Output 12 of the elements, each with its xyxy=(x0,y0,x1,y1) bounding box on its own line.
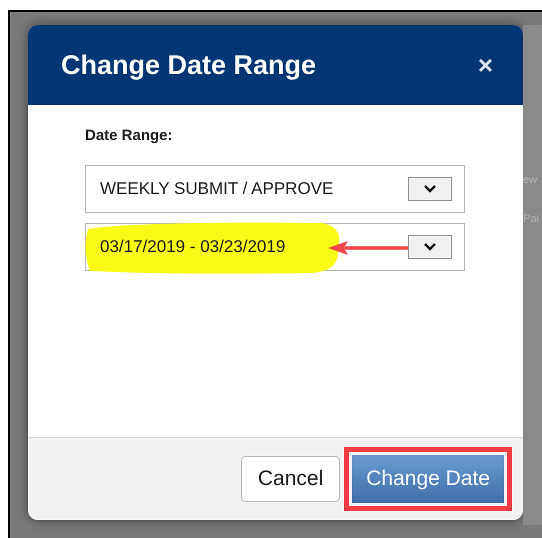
close-button[interactable]: × xyxy=(478,52,493,78)
field-label: Date Range: xyxy=(85,126,174,146)
dropdown-field[interactable]: WEEKLY SUBMIT / APPROVE xyxy=(85,164,465,212)
dropdown-value: 03/17/2019 - 03/23/2019 xyxy=(100,236,286,258)
chevron-down-icon xyxy=(423,242,437,251)
chevron-down-icon xyxy=(423,184,437,193)
dialog-title: Change Date Range xyxy=(61,48,316,82)
dropdown-button[interactable] xyxy=(408,176,452,200)
change-date-button[interactable]: Change Date xyxy=(352,455,504,503)
dropdown-value: WEEKLY SUBMIT / APPROVE xyxy=(100,178,334,200)
cancel-button[interactable]: Cancel xyxy=(240,456,340,502)
dropdown-button[interactable] xyxy=(408,234,452,258)
